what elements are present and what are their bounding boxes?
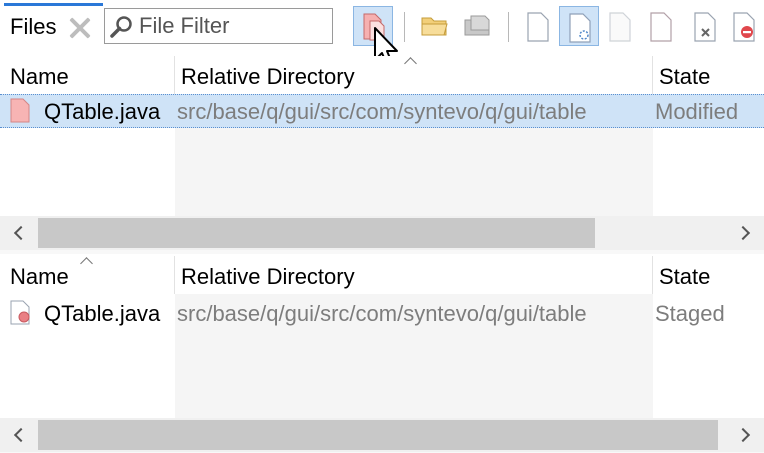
table-body[interactable]: QTable.java src/base/q/gui/src/com/synte…	[0, 94, 764, 216]
show-removed-button[interactable]	[724, 6, 764, 46]
file-state: Staged	[655, 301, 725, 326]
column-header-state[interactable]: State	[653, 56, 764, 94]
files-tab[interactable]: Files	[0, 0, 104, 53]
open-in-explorer-button[interactable]	[456, 6, 496, 46]
close-icon[interactable]	[66, 14, 92, 40]
working-tree-table: Name Relative Directory State QTable.jav…	[0, 56, 764, 254]
tab-title: Files	[10, 14, 57, 39]
column-header-name[interactable]: Name	[0, 56, 175, 94]
scroll-right-icon[interactable]	[728, 216, 764, 250]
column-header-label: Relative Directory	[181, 264, 355, 289]
table-row[interactable]: QTable.java src/base/q/gui/src/com/synte…	[0, 94, 764, 128]
horizontal-scrollbar[interactable]	[0, 216, 764, 250]
table-body[interactable]: QTable.java src/base/q/gui/src/com/synte…	[0, 294, 764, 418]
tab-accent	[4, 3, 103, 6]
show-unchanged-button[interactable]	[518, 6, 558, 46]
table-header: Name Relative Directory State	[0, 256, 764, 294]
modified-file-icon	[9, 98, 31, 130]
column-header-label: Name	[10, 264, 69, 289]
relative-directory: src/base/q/gui/src/com/syntevo/q/gui/tab…	[177, 301, 587, 326]
toolbar-separator	[508, 12, 509, 42]
toolbar: Files	[0, 0, 764, 66]
open-folder-button[interactable]	[414, 6, 454, 46]
column-header-label: State	[659, 264, 711, 289]
sort-ascending-icon	[80, 256, 94, 266]
table-header: Name Relative Directory State	[0, 56, 764, 94]
show-missing-button[interactable]	[685, 6, 725, 46]
scrollbar-thumb[interactable]	[38, 420, 718, 450]
scroll-right-icon[interactable]	[728, 418, 764, 452]
search-icon	[109, 14, 135, 40]
column-header-label: Name	[10, 64, 69, 89]
relative-directory: src/base/q/gui/src/com/syntevo/q/gui/tab…	[177, 99, 587, 124]
scroll-left-icon[interactable]	[0, 418, 36, 452]
show-ignored-button[interactable]	[559, 6, 599, 46]
file-state: Modified	[655, 99, 739, 124]
file-filter[interactable]	[104, 8, 333, 44]
show-modified-files-button[interactable]	[641, 6, 681, 46]
column-header-relative-directory[interactable]: Relative Directory	[175, 256, 653, 294]
horizontal-scrollbar[interactable]	[0, 418, 764, 452]
staged-file-icon	[9, 300, 33, 332]
scrollbar-thumb[interactable]	[38, 218, 595, 248]
column-header-label: Relative Directory	[181, 64, 355, 89]
staged-table: Name Relative Directory State QTable.jav…	[0, 256, 764, 453]
show-unversioned-button[interactable]	[600, 6, 640, 46]
file-filter-input[interactable]	[139, 11, 329, 41]
file-name: QTable.java	[44, 301, 161, 326]
table-row[interactable]: QTable.java src/base/q/gui/src/com/synte…	[0, 297, 764, 331]
file-name: QTable.java	[44, 99, 161, 124]
scroll-left-icon[interactable]	[0, 216, 36, 250]
column-header-state[interactable]: State	[653, 256, 764, 294]
toolbar-separator	[404, 12, 405, 42]
column-header-label: State	[659, 64, 711, 89]
sort-ascending-icon	[404, 56, 418, 66]
